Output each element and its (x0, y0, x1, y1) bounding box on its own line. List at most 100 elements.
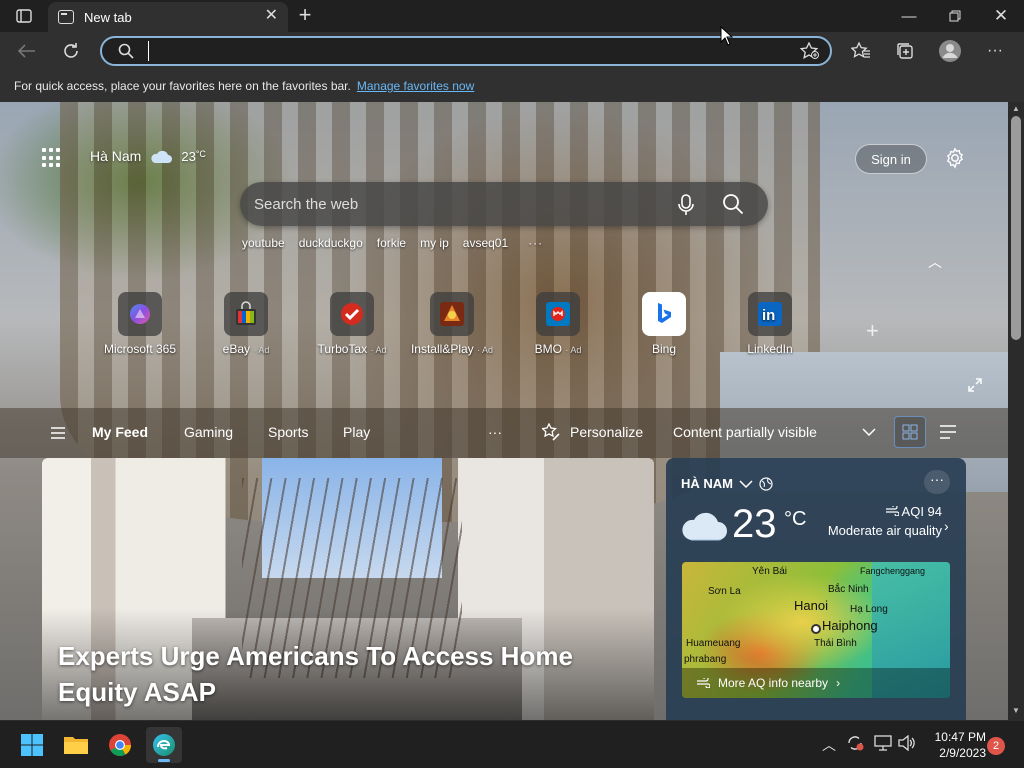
edge-button[interactable] (146, 727, 182, 763)
back-button[interactable] (12, 36, 42, 66)
microphone-icon[interactable] (678, 194, 694, 216)
feed-more-button[interactable]: ··· (488, 424, 502, 440)
notification-badge[interactable]: 2 (987, 737, 1005, 755)
web-search-box[interactable] (240, 182, 768, 226)
close-window-button[interactable]: ✕ (978, 0, 1024, 32)
favorites-bar-message: For quick access, place your favorites h… (14, 79, 351, 93)
taskbar: ︿ 10:47 PM 2/9/2023 2 (0, 720, 1024, 768)
system-clock[interactable]: 10:47 PM 2/9/2023 (924, 729, 986, 761)
trending-item[interactable]: avseq01 (463, 236, 508, 250)
expand-icon[interactable] (968, 378, 982, 397)
tab-new-tab[interactable]: New tab ✕ (48, 2, 288, 32)
air-quality-map[interactable]: Yên Bái Bắc Ninh Fangchenggang Sơn La Ha… (682, 562, 950, 698)
tab-gaming[interactable]: Gaming (184, 424, 233, 440)
chrome-icon (109, 734, 131, 756)
ad-label: · Ad (565, 345, 582, 355)
collections-button[interactable] (890, 36, 920, 66)
quick-link-microsoft365[interactable]: Microsoft 365 (90, 292, 190, 356)
list-view-button[interactable] (932, 416, 964, 448)
address-input[interactable] (148, 41, 788, 61)
hero-article-card[interactable]: Experts Urge Americans To Access Home Eq… (42, 458, 654, 720)
quick-link-turbotax[interactable]: TurboTax · Ad (302, 292, 402, 356)
scroll-down-arrow-icon[interactable]: ▼ (1010, 706, 1022, 718)
feed-menu-icon[interactable] (50, 426, 66, 442)
map-label: Bắc Ninh (828, 584, 869, 595)
app-launcher-icon[interactable] (42, 148, 62, 168)
quick-link-label: eBay (222, 342, 250, 356)
profile-button[interactable] (935, 36, 965, 66)
trending-item[interactable]: forkie (377, 236, 406, 250)
minimize-button[interactable]: — (886, 0, 932, 32)
quick-link-installplay[interactable]: Install&Play · Ad (402, 292, 502, 356)
restore-button[interactable] (932, 0, 978, 32)
show-hidden-icons-button[interactable]: ︿ (822, 735, 836, 755)
favorites-button[interactable] (846, 36, 876, 66)
chevron-right-icon[interactable]: › (944, 518, 949, 534)
map-label: Yên Bái (752, 566, 788, 577)
tab-close-icon[interactable]: ✕ (265, 8, 278, 24)
quick-link-bing[interactable]: Bing (614, 292, 714, 356)
add-favorite-icon[interactable] (800, 42, 820, 60)
tab-actions-button[interactable] (8, 6, 40, 26)
network-icon[interactable] (874, 735, 892, 754)
new-tab-button[interactable]: + (292, 4, 318, 28)
quick-link-ebay[interactable]: eBay · Ad (196, 292, 296, 356)
tab-play[interactable]: Play (343, 424, 370, 440)
quick-link-bmo[interactable]: BMO · Ad (508, 292, 608, 356)
personalize-button[interactable]: Personalize (532, 416, 650, 448)
bmo-icon (546, 302, 570, 326)
manage-favorites-link[interactable]: Manage favorites now (357, 79, 474, 93)
web-search-input[interactable] (254, 194, 634, 214)
trending-more-button[interactable]: ··· (528, 236, 543, 250)
mouse-cursor-icon (720, 26, 734, 46)
ebay-icon (236, 301, 256, 325)
sign-in-button[interactable]: Sign in (855, 144, 927, 174)
content-visibility-label: Content partially visible (673, 424, 817, 440)
weather-location[interactable]: HÀ NAM (681, 476, 773, 491)
bing-icon (658, 303, 671, 323)
scroll-up-arrow-icon[interactable]: ▲ (1010, 104, 1022, 116)
trending-item[interactable]: duckduckgo (299, 236, 363, 250)
expand-arrows-icon (968, 378, 982, 392)
gear-icon[interactable] (944, 147, 966, 169)
scroll-thumb[interactable] (1011, 116, 1021, 340)
map-label: Fangchenggang (860, 566, 926, 576)
header-weather[interactable]: Hà Nam 23°C (90, 148, 206, 164)
weather-card[interactable]: HÀ NAM ··· 23 °C AQI 94 Moderate air qua… (666, 458, 966, 720)
quick-link-label: Microsoft 365 (103, 342, 177, 356)
tab-sports[interactable]: Sports (268, 424, 308, 440)
content-visibility-dropdown[interactable]: Content partially visible (662, 416, 886, 448)
wind-icon (885, 504, 900, 517)
start-button[interactable] (14, 727, 50, 763)
ethernet-icon (874, 735, 892, 751)
aqi-value: AQI 94 (901, 504, 942, 519)
tab-my-feed[interactable]: My Feed (92, 424, 148, 440)
favorites-icon (851, 42, 870, 58)
more-aq-link[interactable]: More AQ info nearby › (682, 668, 950, 698)
weather-more-button[interactable]: ··· (924, 470, 950, 494)
chrome-button[interactable] (102, 727, 138, 763)
refresh-button[interactable] (56, 36, 86, 66)
chevron-up-icon[interactable]: ︿ (928, 252, 942, 272)
back-arrow-icon (18, 44, 35, 58)
grid-view-button[interactable] (894, 416, 926, 448)
wind-icon (697, 678, 710, 688)
sync-icon[interactable] (846, 735, 864, 754)
ad-label: · Ad (477, 345, 494, 355)
settings-and-more-button[interactable]: ··· (980, 36, 1010, 66)
volume-icon[interactable] (898, 734, 916, 754)
file-explorer-button[interactable] (58, 727, 94, 763)
chevron-right-icon: › (836, 676, 841, 690)
trending-item[interactable]: my ip (420, 236, 449, 250)
add-shortcut-button[interactable]: + (866, 318, 879, 344)
browser-toolbar: ··· (0, 32, 1024, 70)
hero-headline[interactable]: Experts Urge Americans To Access Home Eq… (58, 638, 618, 710)
tab-actions-icon (16, 9, 32, 23)
map-label: Thái Bình (814, 638, 857, 649)
air-quality[interactable]: AQI 94 Moderate air quality (812, 504, 942, 538)
trending-item[interactable]: youtube (242, 236, 285, 250)
page-scrollbar[interactable]: ▲ ▼ (1008, 102, 1024, 720)
search-icon[interactable] (722, 193, 744, 215)
favorites-bar: For quick access, place your favorites h… (0, 70, 1024, 102)
quick-link-linkedin[interactable]: in LinkedIn (720, 292, 820, 356)
